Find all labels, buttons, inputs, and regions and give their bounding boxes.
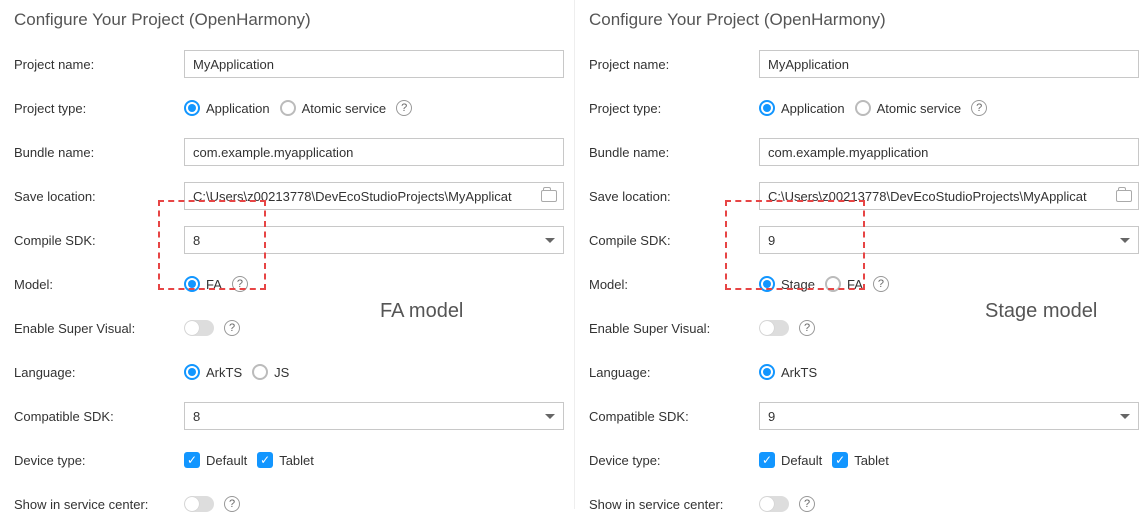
radio-atomic-service[interactable]: Atomic service bbox=[280, 100, 387, 116]
radio-fa[interactable]: FA bbox=[825, 276, 863, 292]
label-compatible-sdk: Compatible SDK: bbox=[589, 409, 759, 424]
chevron-down-icon bbox=[545, 414, 555, 419]
save-location-input[interactable]: C:\Users\z00213778\DevEcoStudioProjects\… bbox=[759, 182, 1139, 210]
compile-sdk-select[interactable]: 8 bbox=[184, 226, 564, 254]
label-language: Language: bbox=[14, 365, 184, 380]
help-icon[interactable]: ? bbox=[232, 276, 248, 292]
label-enable-super-visual: Enable Super Visual: bbox=[589, 321, 759, 336]
super-visual-toggle[interactable] bbox=[184, 320, 214, 336]
annotation-text: Stage model bbox=[985, 300, 1097, 323]
help-icon[interactable]: ? bbox=[224, 496, 240, 512]
chevron-down-icon bbox=[545, 238, 555, 243]
label-show-in-service-center: Show in service center: bbox=[589, 497, 759, 512]
label-bundle-name: Bundle name: bbox=[14, 145, 184, 160]
label-save-location: Save location: bbox=[589, 189, 759, 204]
bundle-name-input[interactable]: com.example.myapplication bbox=[184, 138, 564, 166]
panel-fa-model: Configure Your Project (OpenHarmony) Pro… bbox=[0, 0, 574, 509]
radio-stage[interactable]: Stage bbox=[759, 276, 815, 292]
chevron-down-icon bbox=[1120, 238, 1130, 243]
radio-application[interactable]: Application bbox=[759, 100, 845, 116]
label-model: Model: bbox=[589, 277, 759, 292]
project-name-input[interactable]: MyApplication bbox=[184, 50, 564, 78]
radio-arkts[interactable]: ArkTS bbox=[759, 364, 817, 380]
radio-atomic-service[interactable]: Atomic service bbox=[855, 100, 962, 116]
help-icon[interactable]: ? bbox=[224, 320, 240, 336]
compile-sdk-select[interactable]: 9 bbox=[759, 226, 1139, 254]
folder-icon[interactable] bbox=[541, 190, 557, 202]
help-icon[interactable]: ? bbox=[873, 276, 889, 292]
label-project-type: Project type: bbox=[589, 101, 759, 116]
panel-stage-model: Configure Your Project (OpenHarmony) Pro… bbox=[574, 0, 1140, 509]
compatible-sdk-select[interactable]: 9 bbox=[759, 402, 1139, 430]
label-save-location: Save location: bbox=[14, 189, 184, 204]
label-device-type: Device type: bbox=[14, 453, 184, 468]
label-compatible-sdk: Compatible SDK: bbox=[14, 409, 184, 424]
page-title: Configure Your Project (OpenHarmony) bbox=[589, 10, 1139, 30]
service-center-toggle[interactable] bbox=[759, 496, 789, 512]
folder-icon[interactable] bbox=[1116, 190, 1132, 202]
label-language: Language: bbox=[589, 365, 759, 380]
service-center-toggle[interactable] bbox=[184, 496, 214, 512]
annotation-text: FA model bbox=[380, 300, 463, 323]
compatible-sdk-select[interactable]: 8 bbox=[184, 402, 564, 430]
page-title: Configure Your Project (OpenHarmony) bbox=[14, 10, 564, 30]
label-show-in-service-center: Show in service center: bbox=[14, 497, 184, 512]
checkbox-default[interactable]: ✓Default bbox=[759, 452, 822, 468]
label-compile-sdk: Compile SDK: bbox=[589, 233, 759, 248]
checkbox-tablet[interactable]: ✓Tablet bbox=[832, 452, 889, 468]
help-icon[interactable]: ? bbox=[799, 496, 815, 512]
label-project-name: Project name: bbox=[589, 57, 759, 72]
project-name-input[interactable]: MyApplication bbox=[759, 50, 1139, 78]
help-icon[interactable]: ? bbox=[971, 100, 987, 116]
label-bundle-name: Bundle name: bbox=[589, 145, 759, 160]
checkbox-tablet[interactable]: ✓Tablet bbox=[257, 452, 314, 468]
radio-application[interactable]: Application bbox=[184, 100, 270, 116]
chevron-down-icon bbox=[1120, 414, 1130, 419]
help-icon[interactable]: ? bbox=[396, 100, 412, 116]
radio-arkts[interactable]: ArkTS bbox=[184, 364, 242, 380]
super-visual-toggle[interactable] bbox=[759, 320, 789, 336]
label-enable-super-visual: Enable Super Visual: bbox=[14, 321, 184, 336]
label-model: Model: bbox=[14, 277, 184, 292]
bundle-name-input[interactable]: com.example.myapplication bbox=[759, 138, 1139, 166]
radio-fa[interactable]: FA bbox=[184, 276, 222, 292]
label-project-name: Project name: bbox=[14, 57, 184, 72]
help-icon[interactable]: ? bbox=[799, 320, 815, 336]
checkbox-default[interactable]: ✓Default bbox=[184, 452, 247, 468]
label-compile-sdk: Compile SDK: bbox=[14, 233, 184, 248]
label-project-type: Project type: bbox=[14, 101, 184, 116]
label-device-type: Device type: bbox=[589, 453, 759, 468]
save-location-input[interactable]: C:\Users\z00213778\DevEcoStudioProjects\… bbox=[184, 182, 564, 210]
radio-js[interactable]: JS bbox=[252, 364, 289, 380]
